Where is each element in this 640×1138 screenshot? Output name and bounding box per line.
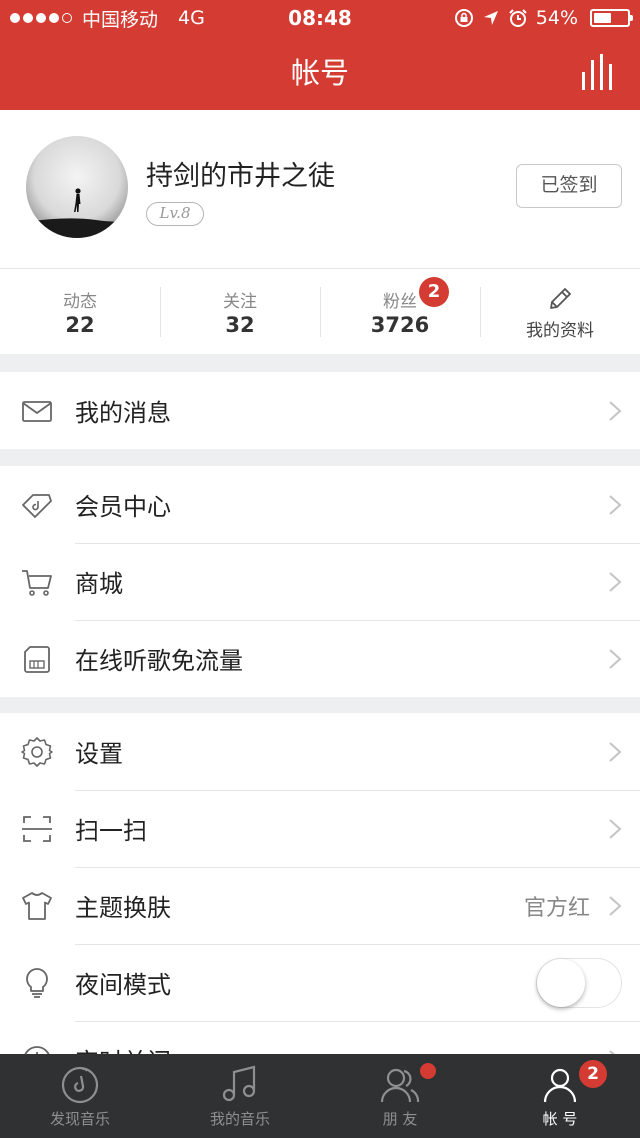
edit-icon [550,288,571,309]
menu-item-store[interactable]: 商城 [0,543,640,620]
mail-icon [22,400,52,422]
followers-badge: 2 [419,277,449,307]
menu-item-vip-center[interactable]: 会员中心 [0,466,640,543]
stat-following[interactable]: 关注 32 [160,269,320,354]
menu-item-messages[interactable]: 我的消息 [0,372,640,449]
tshirt-icon [22,891,52,920]
tab-label: 我的音乐 [209,1110,270,1128]
top-header: 中国移动 4G 08:48 54% 帐号 [0,0,640,110]
cart-icon [22,569,52,596]
stat-value: 22 [65,313,95,337]
profile-card[interactable]: 持剑的市井之徒 Lv.8 已签到 [0,110,640,268]
menu-item-label: 我的消息 [75,399,171,427]
equalizer-icon[interactable] [580,54,618,90]
tab-friends[interactable]: 朋 友 [320,1054,480,1138]
signin-button[interactable]: 已签到 [516,164,622,208]
alarm-icon [509,9,527,27]
friends-icon [380,1068,420,1103]
tab-account[interactable]: 2 帐 号 [480,1054,640,1138]
bottom-tab-bar: 发现音乐 我的音乐 朋 友 2 帐 号 [0,1054,640,1138]
menu-item-label: 扫一扫 [75,817,147,845]
music-note-icon [222,1065,256,1102]
chevron-right-icon [609,648,622,669]
chevron-right-icon [609,895,622,916]
messages-section: 我的消息 [0,372,640,449]
chevron-right-icon [609,494,622,515]
menu-item-sleep-timer[interactable]: 定时关闭 [0,1021,640,1054]
tab-label: 朋 友 [382,1110,418,1128]
notification-dot [420,1063,436,1079]
sim-card-icon [24,645,50,673]
stat-value: 32 [225,313,255,337]
tab-label: 发现音乐 [49,1110,110,1128]
diamond-tag-icon [22,493,52,518]
battery-percent: 54% [535,7,578,29]
menu-item-label: 设置 [75,740,123,768]
stat-label: 关注 [223,292,257,312]
chevron-right-icon [609,571,622,592]
stat-followers[interactable]: 粉丝 3726 2 [320,269,480,354]
level-badge: Lv.8 [146,202,204,226]
menu-item-label: 商城 [75,570,123,598]
menu-item-night-mode: 夜间模式 [0,944,640,1021]
clock-icon [24,1045,50,1054]
scan-icon [22,815,52,842]
stat-label: 粉丝 [383,292,417,312]
account-icon [543,1068,577,1103]
menu-item-label: 会员中心 [75,493,171,521]
menu-item-label: 夜间模式 [75,971,171,999]
gear-icon [21,736,53,767]
stat-posts[interactable]: 动态 22 [0,269,160,354]
rotation-lock-icon [454,9,473,27]
discover-music-icon [61,1066,99,1104]
stats-bar: 动态 22 关注 32 粉丝 3726 2 我的资料 [0,268,640,354]
menu-item-label: 在线听歌免流量 [75,647,243,675]
theme-value: 官方红 [523,895,590,921]
bulb-icon [26,967,48,998]
tab-my-music[interactable]: 我的音乐 [160,1054,320,1138]
services-section: 会员中心 商城 在线听歌免流量 [0,466,640,697]
menu-item-label: 主题换肤 [75,894,171,922]
menu-item-scan[interactable]: 扫一扫 [0,790,640,867]
stat-value: 3726 [370,313,430,337]
chevron-right-icon [609,741,622,762]
account-badge: 2 [577,1058,609,1090]
menu-item-free-data[interactable]: 在线听歌免流量 [0,620,640,697]
tab-discover-music[interactable]: 发现音乐 [0,1054,160,1138]
chevron-right-icon [609,818,622,839]
stat-my-profile[interactable]: 我的资料 [480,269,640,354]
status-bar: 中国移动 4G 08:48 54% [0,0,640,36]
battery-icon [590,9,633,27]
menu-item-settings[interactable]: 设置 [0,713,640,790]
username: 持剑的市井之徒 [146,161,335,192]
chevron-right-icon [609,400,622,421]
avatar[interactable] [26,136,128,238]
menu-item-label: 定时关闭 [75,1042,171,1054]
night-mode-toggle[interactable] [536,957,622,1008]
tab-label: 帐 号 [542,1110,578,1128]
menu-item-theme[interactable]: 主题换肤 官方红 [0,867,640,944]
page-title: 帐号 [290,56,349,90]
settings-section: 设置 扫一扫 主题换肤 官方红 夜间模式 定时关闭 [0,713,640,1054]
stat-label: 动态 [63,292,97,312]
location-arrow-icon [483,11,498,25]
stat-label: 我的资料 [526,321,594,341]
